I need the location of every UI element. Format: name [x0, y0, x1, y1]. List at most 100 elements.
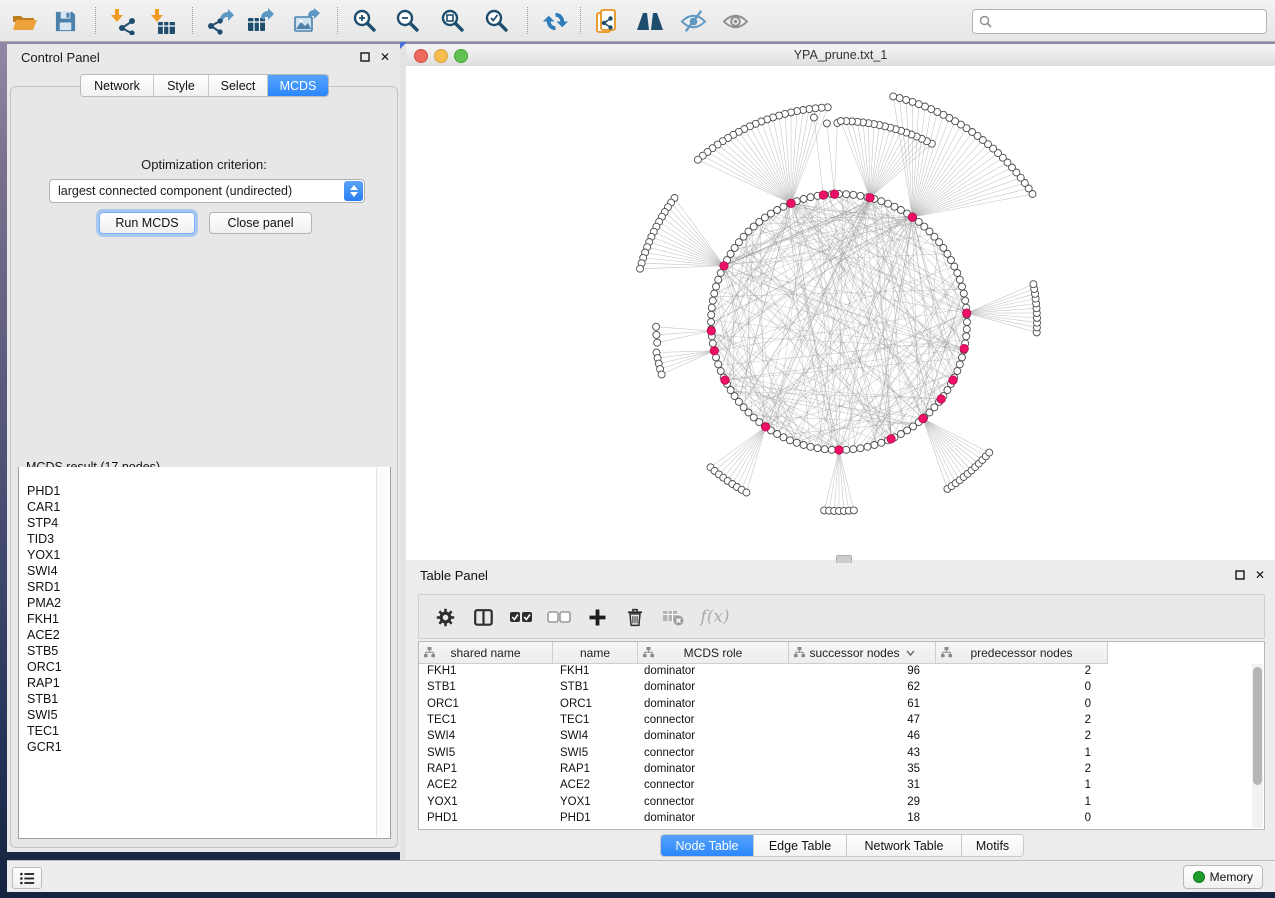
graph-node[interactable]: [780, 203, 787, 210]
graph-node[interactable]: [850, 507, 857, 514]
graph-node[interactable]: [810, 114, 817, 121]
mcds-result-item[interactable]: YOX1: [27, 547, 376, 563]
graph-node[interactable]: [709, 297, 716, 304]
network-canvas[interactable]: [406, 66, 1275, 560]
graph-node[interactable]: [715, 361, 722, 368]
table-settings-button[interactable]: [431, 603, 459, 631]
graph-node[interactable]: [951, 263, 958, 270]
graph-node[interactable]: [878, 198, 885, 205]
criterion-dropdown[interactable]: largest connected component (undirected): [49, 179, 365, 203]
graph-node[interactable]: [986, 449, 993, 456]
function-builder-button[interactable]: f(x): [697, 603, 733, 631]
graph-node[interactable]: [807, 194, 814, 201]
close-panel-icon-button[interactable]: ✕: [378, 50, 392, 64]
mcds-result-item[interactable]: STB5: [27, 643, 376, 659]
graph-node[interactable]: [837, 118, 844, 125]
graph-node[interactable]: [885, 200, 892, 207]
graph-node[interactable]: [903, 96, 910, 103]
tab-select[interactable]: Select: [209, 75, 268, 96]
graph-node[interactable]: [709, 340, 716, 347]
table-row[interactable]: STB1STB1dominator620: [419, 679, 1252, 695]
graph-node[interactable]: [956, 276, 963, 283]
mcds-hub-node[interactable]: [963, 309, 971, 317]
close-panel-button[interactable]: Close panel: [209, 212, 312, 234]
close-table-panel-button[interactable]: ✕: [1253, 568, 1267, 582]
graph-node[interactable]: [654, 339, 661, 346]
graph-node[interactable]: [909, 98, 916, 105]
graph-node[interactable]: [715, 276, 722, 283]
graph-node[interactable]: [964, 319, 971, 326]
graph-node[interactable]: [807, 443, 814, 450]
memory-button[interactable]: Memory: [1183, 865, 1263, 889]
mcds-hub-node[interactable]: [819, 191, 827, 199]
mcds-hub-node[interactable]: [710, 347, 718, 355]
graph-node[interactable]: [717, 270, 724, 277]
mcds-hub-node[interactable]: [835, 446, 843, 454]
mcds-hub-node[interactable]: [887, 435, 895, 443]
scrollbar-thumb[interactable]: [1253, 667, 1262, 785]
mcds-result-box[interactable]: PHD1CAR1STP4TID3YOX1SWI4SRD1PMA2FKH1ACE2…: [18, 467, 391, 839]
mcds-result-item[interactable]: PHD1: [27, 483, 376, 499]
graph-node[interactable]: [857, 192, 864, 199]
zoom-fit-button[interactable]: [438, 6, 468, 36]
export-image-button[interactable]: [291, 6, 321, 36]
add-column-button[interactable]: [583, 603, 611, 631]
graph-node[interactable]: [963, 333, 970, 340]
save-session-button[interactable]: [50, 6, 80, 36]
mcds-result-item[interactable]: STB1: [27, 691, 376, 707]
tab-network-table[interactable]: Network Table: [847, 835, 962, 856]
graph-node[interactable]: [954, 270, 961, 277]
mcds-hub-node[interactable]: [761, 423, 769, 431]
graph-node[interactable]: [780, 434, 787, 441]
graph-node[interactable]: [708, 319, 715, 326]
search-box[interactable]: [972, 9, 1267, 34]
share-document-button[interactable]: [592, 6, 622, 36]
graph-node[interactable]: [694, 156, 701, 163]
export-table-button[interactable]: [245, 6, 275, 36]
task-history-button[interactable]: [12, 867, 42, 889]
tab-edge-table[interactable]: Edge Table: [754, 835, 847, 856]
graph-node[interactable]: [828, 446, 835, 453]
mcds-result-item[interactable]: RAP1: [27, 675, 376, 691]
graph-node[interactable]: [1030, 281, 1037, 288]
run-mcds-button[interactable]: Run MCDS: [99, 212, 195, 234]
mcds-result-item[interactable]: ACE2: [27, 627, 376, 643]
mcds-result-item[interactable]: SWI4: [27, 563, 376, 579]
table-row[interactable]: SWI4SWI4dominator462: [419, 728, 1252, 744]
table-row[interactable]: TEC1TEC1connector472: [419, 712, 1252, 728]
mcds-hub-node[interactable]: [949, 376, 957, 384]
splitter-collapse-icon[interactable]: [400, 41, 408, 49]
mcds-hub-node[interactable]: [937, 395, 945, 403]
mcds-result-item[interactable]: SWI5: [27, 707, 376, 723]
column-header-predecessor-nodes[interactable]: predecessor nodes: [936, 642, 1108, 664]
column-header-successor-nodes[interactable]: successor nodes: [789, 642, 936, 664]
graph-node[interactable]: [653, 331, 660, 338]
hide-panel-button[interactable]: [678, 6, 708, 36]
mcds-hub-node[interactable]: [787, 199, 795, 207]
mcds-hub-node[interactable]: [830, 190, 838, 198]
mcds-result-item[interactable]: STP4: [27, 515, 376, 531]
mcds-result-item[interactable]: TID3: [27, 531, 376, 547]
mcds-hub-node[interactable]: [908, 213, 916, 221]
graph-node[interactable]: [793, 439, 800, 446]
deselect-all-rows-button[interactable]: [545, 603, 573, 631]
graph-node[interactable]: [959, 354, 966, 361]
graph-node[interactable]: [857, 445, 864, 452]
network-graph[interactable]: [406, 66, 1275, 560]
column-header-mcds-role[interactable]: MCDS role: [638, 642, 789, 664]
graph-node[interactable]: [896, 95, 903, 102]
float-table-panel-button[interactable]: [1233, 568, 1247, 582]
table-row[interactable]: YOX1YOX1connector291: [419, 793, 1252, 809]
network-window-titlebar[interactable]: YPA_prune.txt_1: [406, 44, 1275, 67]
mcds-result-item[interactable]: PMA2: [27, 595, 376, 611]
float-panel-button[interactable]: [358, 50, 372, 64]
graph-node[interactable]: [637, 265, 644, 272]
graph-node[interactable]: [658, 371, 665, 378]
table-row[interactable]: RAP1RAP1dominator352: [419, 761, 1252, 777]
graph-node[interactable]: [843, 191, 850, 198]
delete-column-button[interactable]: [621, 603, 649, 631]
graph-node[interactable]: [960, 290, 967, 297]
mcds-hub-node[interactable]: [721, 376, 729, 384]
mcds-result-item[interactable]: GCR1: [27, 739, 376, 755]
open-file-button[interactable]: [9, 6, 39, 36]
